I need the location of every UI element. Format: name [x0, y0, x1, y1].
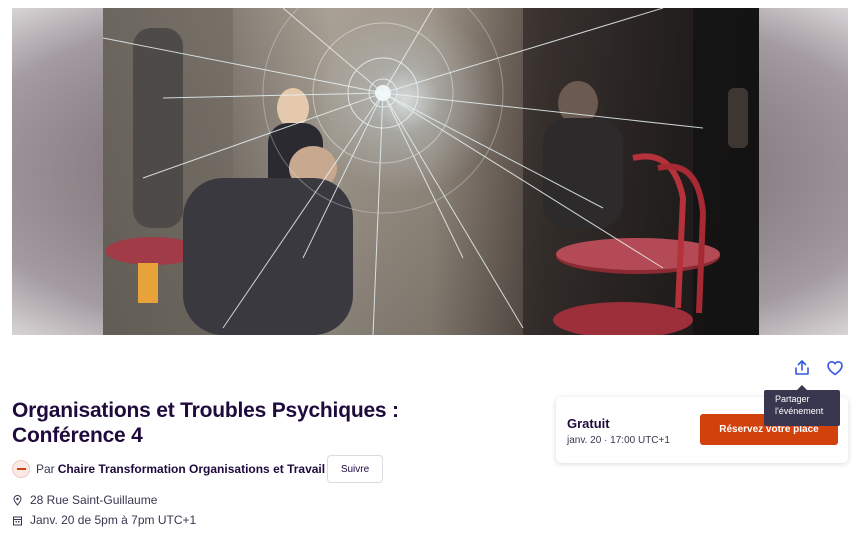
share-tooltip: Partager l'événement [764, 385, 840, 426]
location-text: 28 Rue Saint-Guillaume [30, 493, 158, 507]
organizer-line: Par Chaire Transformation Organisations … [12, 456, 325, 482]
ticket-datetime: janv. 20 · 17:00 UTC+1 [567, 435, 670, 446]
date-text: Janv. 20 de 5pm à 7pm UTC+1 [30, 513, 197, 527]
share-button[interactable] [790, 356, 814, 380]
organizer-name[interactable]: Chaire Transformation Organisations et T… [58, 462, 325, 476]
share-tooltip-line2: l'événement [775, 406, 824, 416]
like-button[interactable] [823, 356, 847, 380]
hero-image [103, 8, 759, 335]
event-location: 28 Rue Saint-Guillaume [12, 493, 157, 507]
location-pin-icon [12, 494, 23, 506]
event-date: Janv. 20 de 5pm à 7pm UTC+1 [12, 513, 196, 527]
shattered-glass-illustration [103, 8, 759, 335]
event-title: Organisations et Troubles Psychiques : C… [12, 399, 399, 447]
ticket-price: Gratuit [567, 416, 610, 431]
share-tooltip-line1: Partager [775, 394, 810, 404]
hero-banner [12, 8, 848, 335]
share-icon [795, 360, 809, 375]
heart-icon [827, 361, 843, 376]
follow-button[interactable]: Suivre [327, 455, 383, 483]
calendar-icon [12, 515, 23, 526]
organizer-avatar [12, 460, 30, 478]
organizer-prefix: Par [36, 462, 55, 476]
